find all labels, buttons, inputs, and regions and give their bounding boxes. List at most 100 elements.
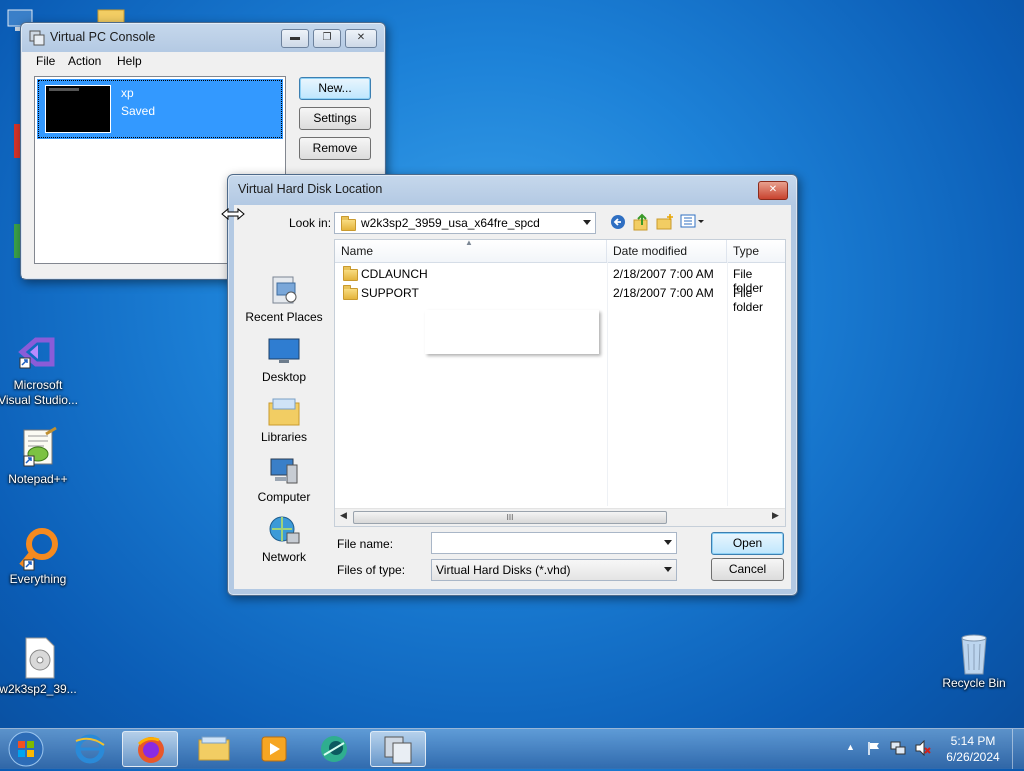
dialog-client-area: Look in: w2k3sp2_3959_usa_x64fre_spcd Re… [234,205,791,589]
desktop-icon-notepadpp[interactable]: Notepad++ [0,426,78,487]
up-folder-button[interactable] [632,213,650,231]
window-title: Virtual PC Console [50,30,156,44]
file-name-input[interactable] [431,532,677,554]
start-button[interactable] [6,730,46,768]
menu-help[interactable]: Help [117,54,142,68]
minimize-icon: ▬ [290,32,300,43]
folder-icon [343,285,358,300]
place-label: Libraries [260,430,308,444]
dialog-title: Virtual Hard Disk Location [238,182,383,196]
show-desktop-button[interactable] [1012,729,1024,769]
desktop-icon-iso-file[interactable]: w2k3sp2_39... [0,636,78,697]
open-button[interactable]: Open [711,532,784,555]
remove-button[interactable]: Remove [299,137,371,160]
look-in-combo[interactable]: w2k3sp2_3959_usa_x64fre_spcd [334,212,596,234]
column-header-date[interactable]: Date modified [607,240,727,262]
new-folder-icon [656,214,673,230]
column-header-name[interactable]: Name ▲ [335,238,607,262]
place-label: Recent Places [245,310,323,324]
new-folder-button[interactable] [656,213,674,231]
recycle-bin-icon [952,630,996,675]
menu-action[interactable]: Action [68,54,101,68]
clock[interactable]: 5:14 PM 6/26/2024 [940,733,1006,765]
column-separator [727,262,728,506]
vm-thumbnail [45,85,111,133]
vm-list-item[interactable]: xp Saved [37,79,283,139]
file-row[interactable]: CDLAUNCH 2/18/2007 7:00 AM File folder [335,264,785,295]
volume-muted-icon[interactable] [914,739,932,757]
windows-logo-icon [8,731,44,767]
desktop-icon-label: Notepad++ [8,472,68,486]
place-libraries[interactable]: Libraries [242,395,326,444]
files-of-type-value: Virtual Hard Disks (*.vhd) [436,563,571,577]
scroll-left-icon[interactable]: ◀ [340,510,347,521]
action-center-icon[interactable] [866,740,882,756]
menu-file[interactable]: File [36,54,55,68]
new-vm-button[interactable]: New... [299,77,371,100]
clock-time: 5:14 PM [950,734,996,748]
taskbar-media-player-button[interactable] [246,731,302,767]
folder-icon [341,216,356,231]
restore-button[interactable]: ❐ [313,29,341,48]
back-arrow-icon [611,215,625,229]
file-type: File folder [733,286,764,314]
vpc-app-icon [29,30,45,46]
desktop-icon-label: Recycle Bin [942,676,1006,690]
taskbar-app-button[interactable] [306,731,362,767]
computer-icon [267,455,301,487]
minimize-button[interactable]: ▬ [281,29,309,48]
file-date: 2/18/2007 7:00 AM [613,286,714,300]
taskbar-explorer-button[interactable] [186,731,242,767]
libraries-icon [267,395,301,427]
view-menu-button[interactable] [680,213,706,231]
restore-icon: ❐ [322,32,332,43]
desktop-icon-recycle-bin[interactable]: Recycle Bin [934,630,1014,691]
desktop-icon [267,335,301,367]
scrollbar-thumb[interactable]: III [353,511,667,524]
close-icon: ✕ [768,184,778,195]
place-desktop[interactable]: Desktop [242,335,326,384]
firefox-icon [137,737,164,763]
notepad-plus-plus-icon [16,426,60,470]
blank-tooltip [425,310,599,354]
resize-cursor-icon [221,207,245,221]
taskbar-virtual-pc-button[interactable] [370,731,426,767]
desktop-icon-visual-studio[interactable]: Microsoft Visual Studio... [0,332,78,408]
place-recent-places[interactable]: Recent Places [242,275,326,324]
show-hidden-icons-button[interactable]: ▲ [846,742,855,752]
chevron-down-icon [664,567,672,572]
app-icon [321,736,347,762]
scroll-right-icon[interactable]: ▶ [772,510,779,521]
place-computer[interactable]: Computer [242,455,326,504]
column-header-type[interactable]: Type [727,240,787,262]
cancel-button[interactable]: Cancel [711,558,784,581]
vm-name: xp [121,86,134,100]
horizontal-scrollbar[interactable]: ◀ III ▶ [335,508,785,526]
view-menu-icon [680,214,704,228]
folder-icon [198,736,230,761]
network-tray-icon[interactable] [890,740,906,756]
files-of-type-label: Files of type: [337,563,406,577]
visual-studio-icon [16,332,60,376]
column-separator [607,262,608,506]
file-list: Name ▲ Date modified Type CDLAUNCH 2/18/… [334,238,787,527]
taskbar-firefox-button[interactable] [122,731,178,767]
vm-status: Saved [121,104,156,118]
file-row[interactable]: SUPPORT 2/18/2007 7:00 AM File folder [335,283,785,314]
place-label: Network [261,550,306,564]
menu-bar: File Action Help [22,52,384,70]
place-label: Computer [257,490,311,504]
places-bar: Recent Places Desktop Libraries Computer [236,239,332,564]
files-of-type-select[interactable]: Virtual Hard Disks (*.vhd) [431,559,677,581]
taskbar-ie-button[interactable] [62,731,118,767]
close-button[interactable]: ✕ [345,29,377,48]
settings-button[interactable]: Settings [299,107,371,130]
internet-explorer-icon [75,734,105,764]
everything-search-icon [16,526,60,571]
desktop-icon-everything[interactable]: Everything [0,526,78,587]
place-network[interactable]: Network [242,515,326,564]
dialog-close-button[interactable]: ✕ [758,181,788,200]
close-icon: ✕ [356,32,366,43]
back-button[interactable] [610,214,626,230]
desktop-icon-label: Everything [9,572,67,586]
